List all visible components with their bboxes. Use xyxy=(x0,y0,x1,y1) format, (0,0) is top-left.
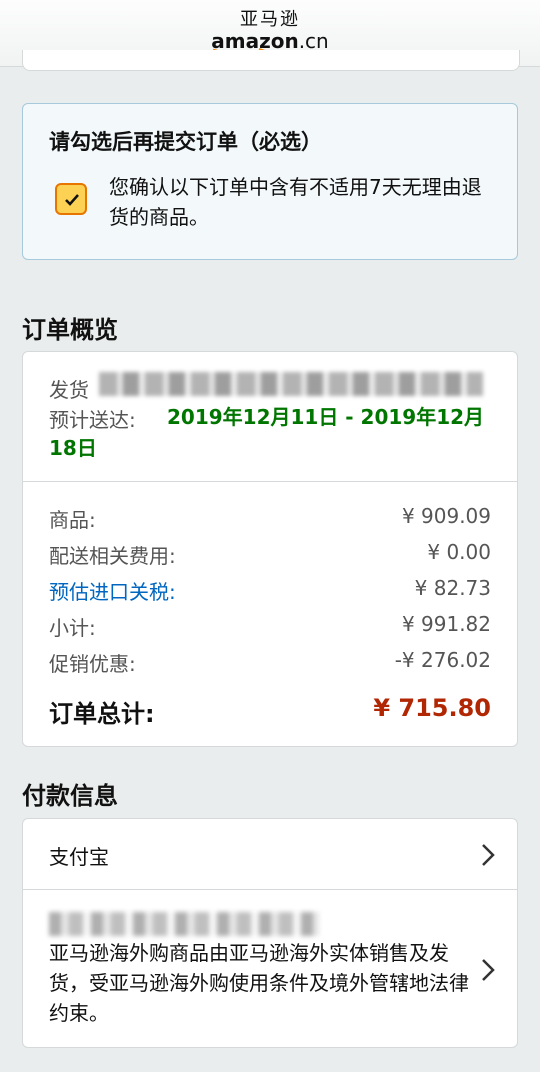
notice-text: 您确认以下订单中含有不适用7天无理由退货的商品。 xyxy=(109,175,482,229)
blurred-shipping-info xyxy=(99,372,483,396)
total-label: 订单总计: xyxy=(49,700,155,728)
payment-method-row[interactable]: 支付宝 xyxy=(23,819,517,889)
logo-en-text: amazon.cn xyxy=(211,30,329,56)
total-value: ¥ 715.80 xyxy=(373,694,491,722)
row-value: ¥ 909.09 xyxy=(401,504,491,528)
row-value: ¥ 0.00 xyxy=(427,540,491,564)
row-import-tax: 预估进口关税: ¥ 82.73 xyxy=(49,576,491,604)
order-overview-card: 发货 预计送达: 2019年12月11日 - 2019年12月18日 商品: ¥… xyxy=(22,351,518,747)
payment-card: 支付宝 亚马逊海外购商品由亚马逊海外实体销售及发货，受亚马逊海外购使用条件及境外… xyxy=(22,818,518,1048)
payment-title: 付款信息 xyxy=(22,782,118,810)
chevron-right-icon xyxy=(482,844,495,866)
overview-title: 订单概览 xyxy=(22,316,118,344)
row-label: 小计: xyxy=(49,616,96,640)
row-label: 商品: xyxy=(49,508,96,532)
divider xyxy=(23,481,517,482)
row-value: -¥ 276.02 xyxy=(394,648,491,672)
row-items: 商品: ¥ 909.09 xyxy=(49,504,491,532)
row-shipping: 配送相关费用: ¥ 0.00 xyxy=(49,540,491,568)
order-total: 订单总计: ¥ 715.80 xyxy=(49,694,491,728)
payment-terms-text: 亚马逊海外购商品由亚马逊海外实体销售及发货，受亚马逊海外购使用条件及境外管辖地法… xyxy=(49,941,469,1025)
row-label: 促销优惠: xyxy=(49,652,136,676)
row-value: ¥ 82.73 xyxy=(414,576,491,600)
ship-label: 发货 xyxy=(49,378,89,402)
row-value: ¥ 991.82 xyxy=(401,612,491,636)
checkmark-icon xyxy=(65,194,79,206)
eta-value: 2019年12月11日 - 2019年12月18日 xyxy=(49,405,485,460)
previous-card-edge xyxy=(22,50,520,71)
row-label: 配送相关费用: xyxy=(49,544,176,568)
confirmation-notice: 请勾选后再提交订单（必选） 您确认以下订单中含有不适用7天无理由退货的商品。 xyxy=(22,103,518,260)
blurred-identity-info xyxy=(49,912,319,936)
identity-terms-row[interactable]: 亚马逊海外购商品由亚马逊海外实体销售及发货，受亚马逊海外购使用条件及境外管辖地法… xyxy=(23,890,517,1046)
import-tax-link[interactable]: 预估进口关税: xyxy=(49,576,176,605)
notice-title: 请勾选后再提交订单（必选） xyxy=(49,130,322,154)
payment-method: 支付宝 xyxy=(49,845,109,869)
row-promotion: 促销优惠: -¥ 276.02 xyxy=(49,648,491,676)
chevron-right-icon xyxy=(482,959,495,981)
amazon-cn-logo[interactable]: 亚马逊 amazon.cn xyxy=(0,9,540,56)
row-subtotal: 小计: ¥ 991.82 xyxy=(49,612,491,640)
confirm-checkbox[interactable] xyxy=(55,183,87,215)
logo-cn-text: 亚马逊 xyxy=(240,9,300,30)
